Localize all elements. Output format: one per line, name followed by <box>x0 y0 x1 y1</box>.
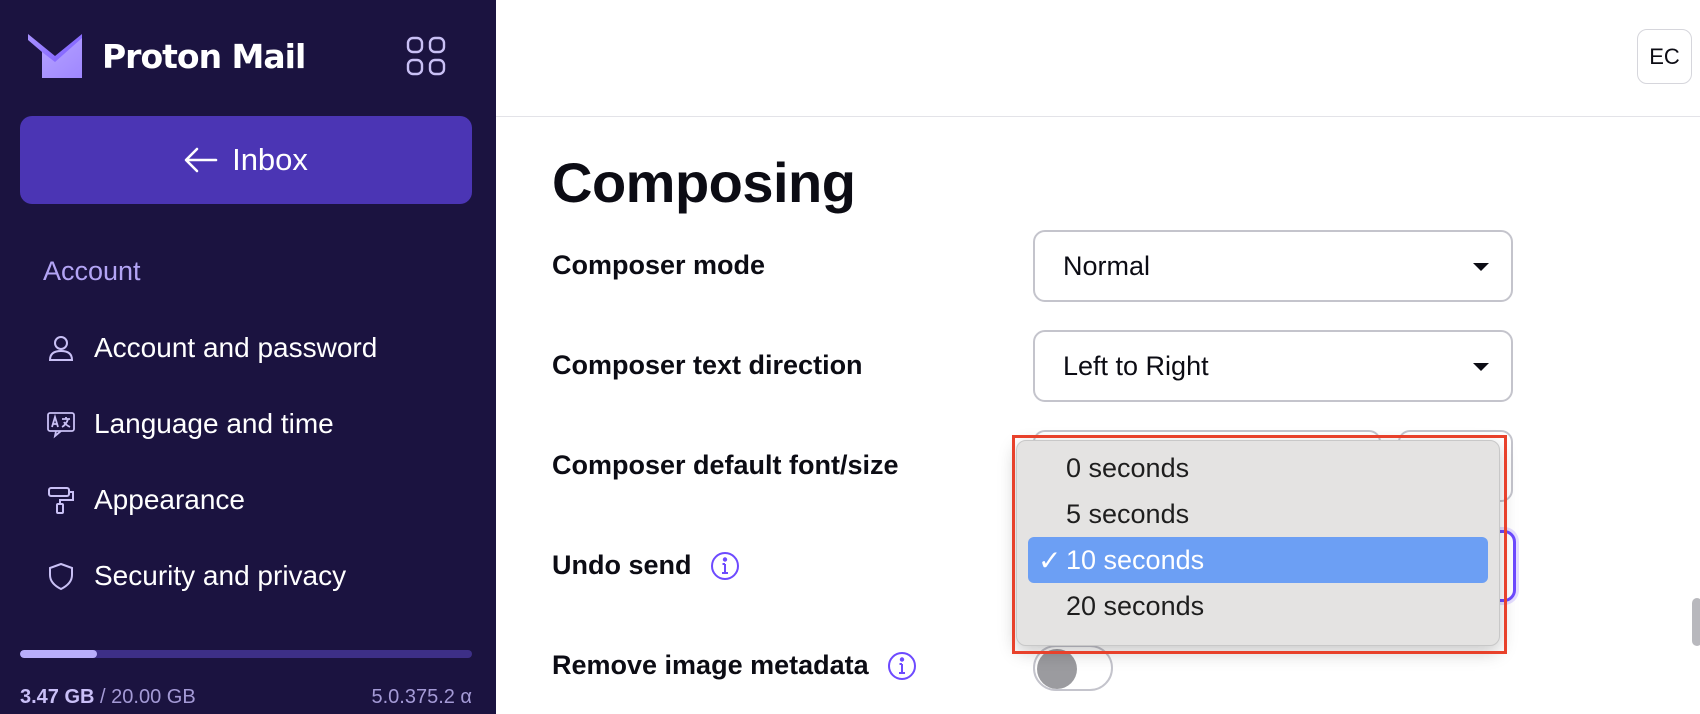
sidebar: Proton Mail Inbox Account Account and pa… <box>0 0 496 714</box>
composer-mode-select[interactable]: Normal <box>1033 230 1513 302</box>
undo-send-dropdown: 0 seconds 5 seconds ✓ 10 seconds 20 secon… <box>1016 440 1500 646</box>
storage-progress-fill <box>20 650 97 658</box>
option-label: 0 seconds <box>1066 452 1190 483</box>
top-header <box>496 0 1700 117</box>
sidebar-item-label: Account and password <box>94 332 378 363</box>
remove-image-metadata-row: Remove image metadata <box>552 650 917 681</box>
scrollbar-thumb[interactable] <box>1692 598 1700 646</box>
storage-total: / 20.00 GB <box>100 686 196 708</box>
page-title: Composing <box>552 151 856 214</box>
composer-text-direction-value: Left to Right <box>1063 350 1209 381</box>
brand[interactable]: Proton Mail <box>26 30 306 82</box>
caret-down-icon <box>1473 263 1489 271</box>
back-to-inbox-button[interactable]: Inbox <box>20 116 472 204</box>
dropdown-option[interactable]: 0 seconds <box>1028 445 1488 491</box>
sidebar-item-language-and-time[interactable]: Language and time <box>44 386 474 462</box>
inbox-label: Inbox <box>232 142 308 177</box>
language-icon <box>44 407 78 441</box>
sidebar-item-appearance[interactable]: Appearance <box>44 462 474 538</box>
user-icon <box>44 331 78 365</box>
app-version[interactable]: 5.0.375.2 α <box>371 686 472 709</box>
dropdown-option[interactable]: 5 seconds <box>1028 491 1488 537</box>
dropdown-option[interactable]: 20 seconds <box>1028 583 1488 629</box>
remove-image-metadata-label: Remove image metadata <box>552 650 869 680</box>
sidebar-item-label: Language and time <box>94 408 334 439</box>
user-avatar-button[interactable]: EC <box>1637 29 1692 84</box>
settings-nav: Account and password Language and time A… <box>44 310 474 614</box>
storage-progress-bar <box>20 650 472 658</box>
undo-send-row: Undo send <box>552 550 740 581</box>
remove-image-metadata-toggle[interactable] <box>1033 645 1113 691</box>
storage-used: 3.47 GB <box>20 686 95 708</box>
checkmark-icon: ✓ <box>1038 545 1062 576</box>
info-icon[interactable] <box>887 651 917 681</box>
toggle-knob <box>1037 649 1077 689</box>
composer-mode-label: Composer mode <box>552 250 766 280</box>
brand-name: Proton Mail <box>102 36 306 76</box>
shield-icon <box>44 559 78 593</box>
sidebar-item-security-and-privacy[interactable]: Security and privacy <box>44 538 474 614</box>
caret-down-icon <box>1473 363 1489 371</box>
proton-mail-logo-icon <box>28 34 82 78</box>
option-label: 20 seconds <box>1066 590 1205 621</box>
arrow-left-icon <box>184 147 218 173</box>
composer-default-font-size-label: Composer default font/size <box>552 450 899 480</box>
composer-text-direction-label: Composer text direction <box>552 350 863 380</box>
sidebar-item-label: Appearance <box>94 484 246 515</box>
apps-grid-icon[interactable] <box>406 36 446 76</box>
composer-mode-value: Normal <box>1063 250 1151 281</box>
sidebar-item-label: Security and privacy <box>94 560 347 591</box>
storage-usage[interactable]: 3.47 GB / 20.00 GB <box>20 686 196 709</box>
dropdown-option[interactable]: ✓ 10 seconds <box>1028 537 1488 583</box>
paint-roller-icon <box>44 483 78 517</box>
sidebar-item-account-and-password[interactable]: Account and password <box>44 310 474 386</box>
undo-send-label: Undo send <box>552 550 692 580</box>
option-label: 5 seconds <box>1066 498 1190 529</box>
composer-text-direction-select[interactable]: Left to Right <box>1033 330 1513 402</box>
section-label-account: Account <box>43 256 141 286</box>
info-icon[interactable] <box>710 551 740 581</box>
option-label: 10 seconds <box>1066 544 1205 575</box>
